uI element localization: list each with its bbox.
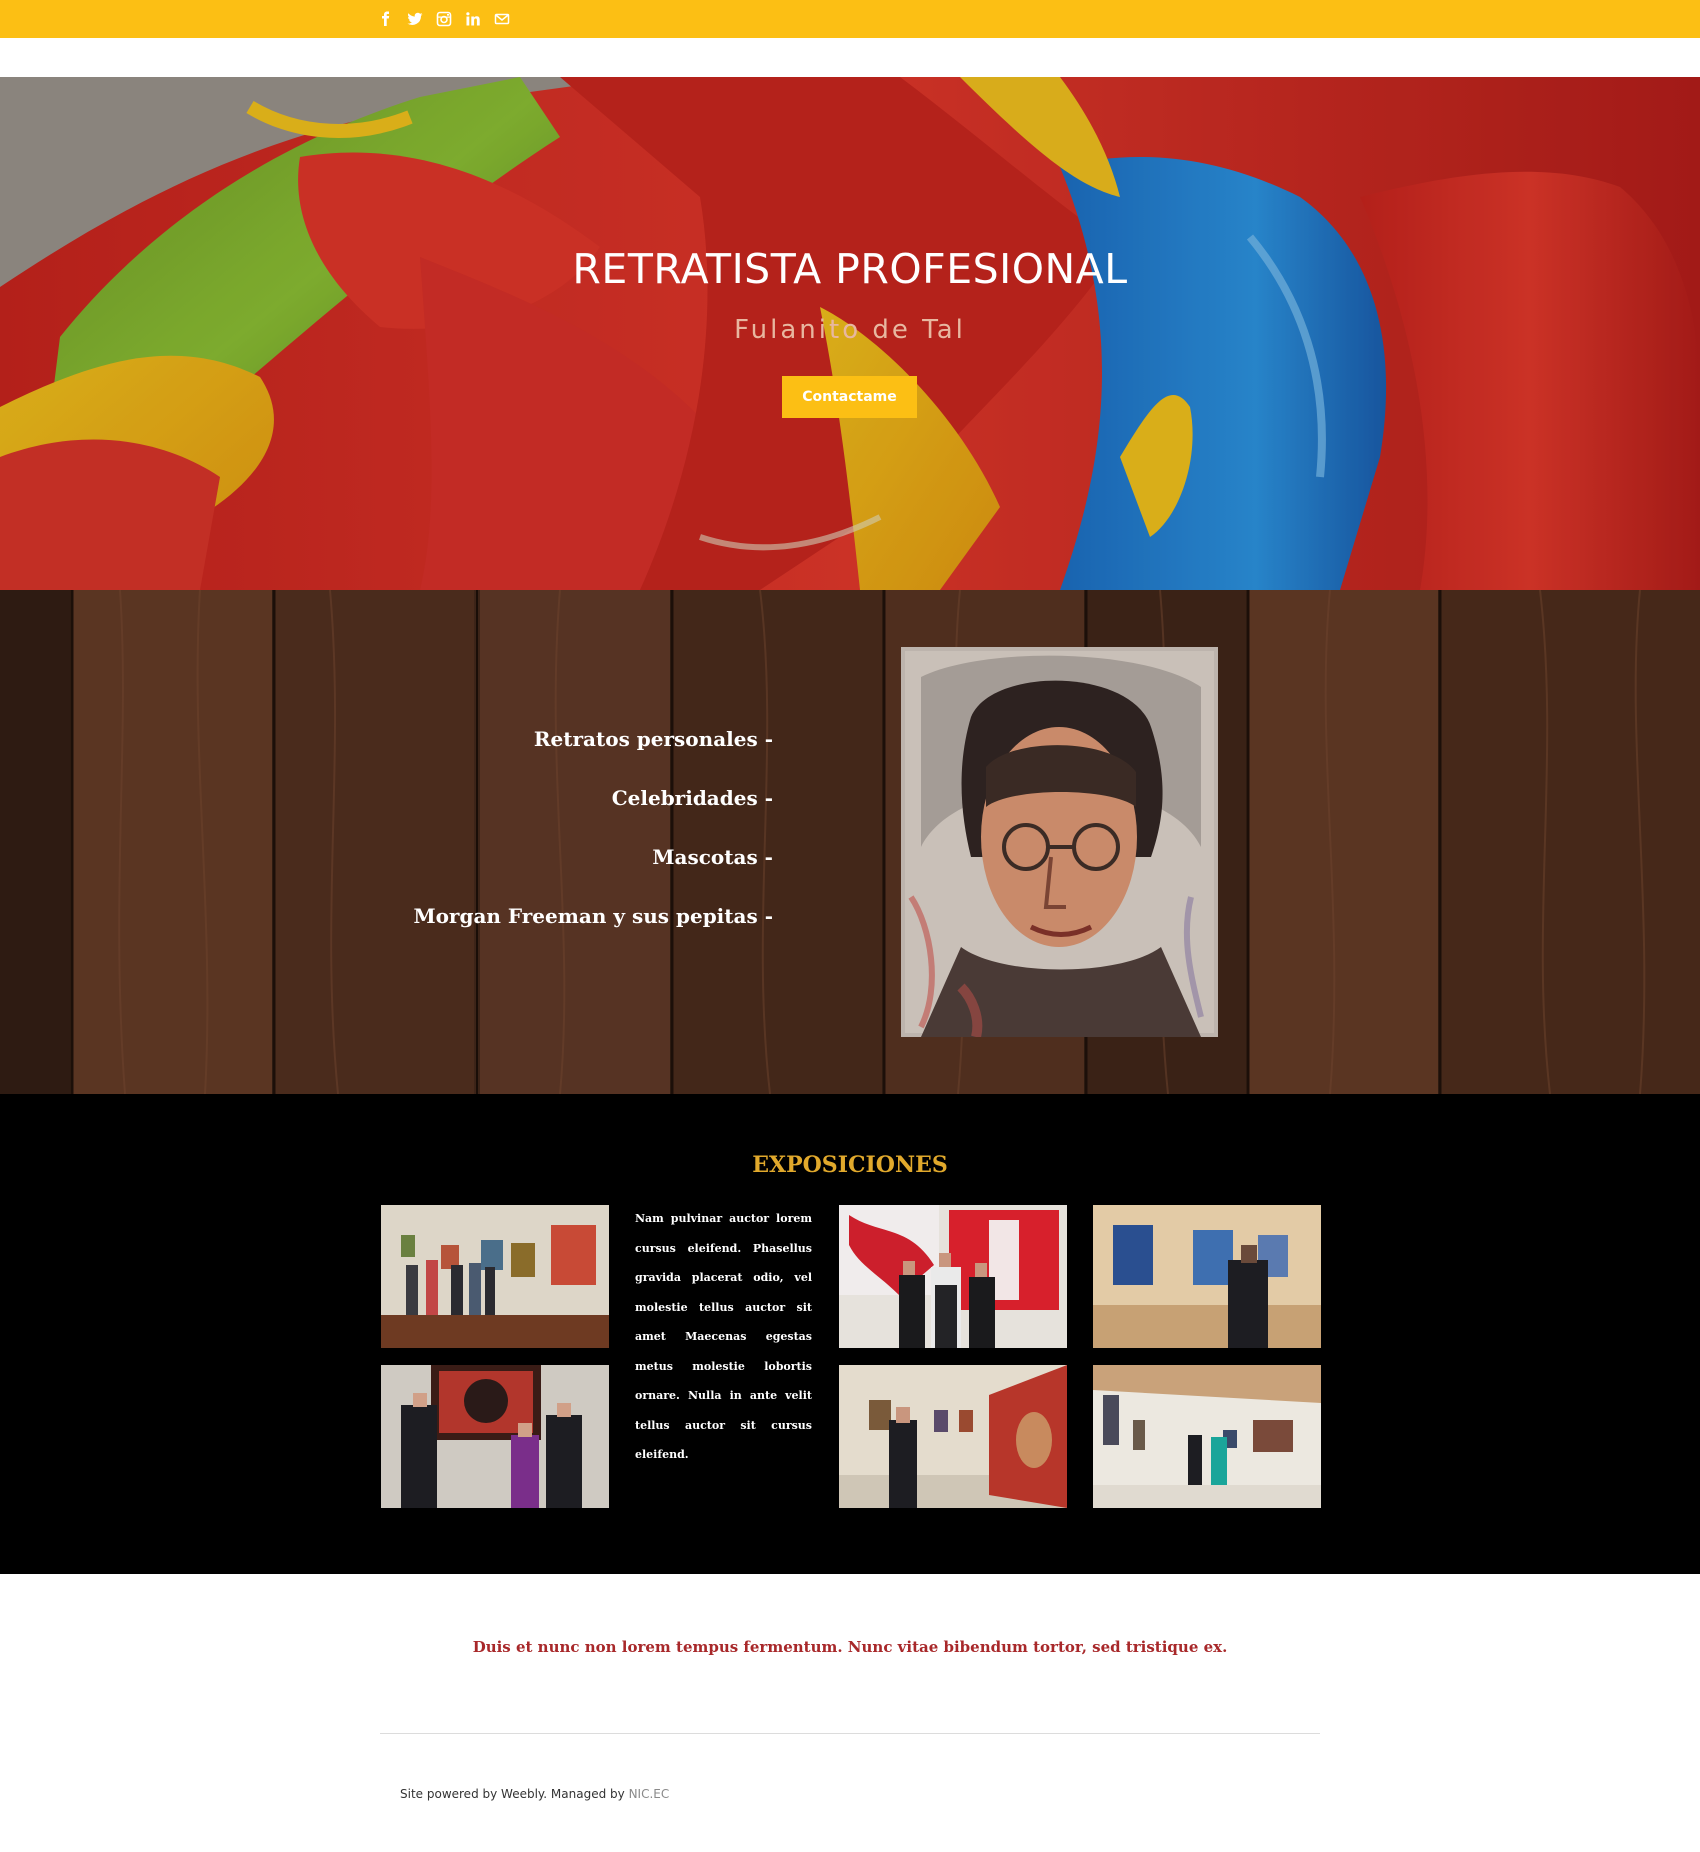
hero-subtitle: Fulanito de Tal: [734, 315, 966, 345]
exhibitions-title: EXPOSICIONES: [752, 1152, 948, 1178]
exhibition-photo[interactable]: [381, 1365, 609, 1508]
twitter-icon[interactable]: [407, 11, 423, 27]
exhibition-photo[interactable]: [1093, 1365, 1321, 1508]
exhibition-photo[interactable]: [839, 1365, 1067, 1508]
exhibition-photo[interactable]: [381, 1205, 609, 1348]
linkedin-icon[interactable]: [465, 11, 481, 27]
social-icons: [378, 11, 510, 27]
service-item: Morgan Freeman y sus pepitas -: [413, 904, 773, 928]
navigation-strip: [0, 38, 1700, 77]
exhibition-photo[interactable]: [839, 1205, 1067, 1348]
footer-link[interactable]: NIC.EC: [629, 1787, 670, 1801]
hero-banner: RETRATISTA PROFESIONAL Fulanito de Tal C…: [0, 77, 1700, 590]
portrait-painting: [901, 647, 1218, 1037]
top-bar: [0, 0, 1700, 38]
contact-button[interactable]: Contactame: [782, 376, 917, 418]
services-section: Retratos personales - Celebridades - Mas…: [0, 590, 1700, 1094]
footer: Site powered by Weebly. Managed by NIC.E…: [400, 1787, 669, 1801]
wood-background: [0, 590, 1700, 1094]
exhibitions-section: EXPOSICIONES Nam pulvinar auctor lorem c…: [0, 1094, 1700, 1574]
facebook-icon[interactable]: [378, 11, 394, 27]
services-list: Retratos personales - Celebridades - Mas…: [413, 727, 773, 963]
service-item: Mascotas -: [652, 845, 773, 869]
exhibitions-description: Nam pulvinar auctor lorem cursus eleifen…: [635, 1212, 812, 1461]
exhibition-photo[interactable]: [1093, 1205, 1321, 1348]
email-icon[interactable]: [494, 11, 510, 27]
footer-powered-text: Site powered by Weebly. Managed by: [400, 1787, 629, 1801]
hero-title: RETRATISTA PROFESIONAL: [572, 245, 1128, 293]
service-item: Retratos personales -: [533, 727, 773, 751]
instagram-icon[interactable]: [436, 11, 452, 27]
footer-divider: [380, 1733, 1320, 1734]
quote-text: Duis et nunc non lorem tempus fermentum.…: [472, 1638, 1228, 1656]
service-item: Celebridades -: [611, 786, 773, 810]
